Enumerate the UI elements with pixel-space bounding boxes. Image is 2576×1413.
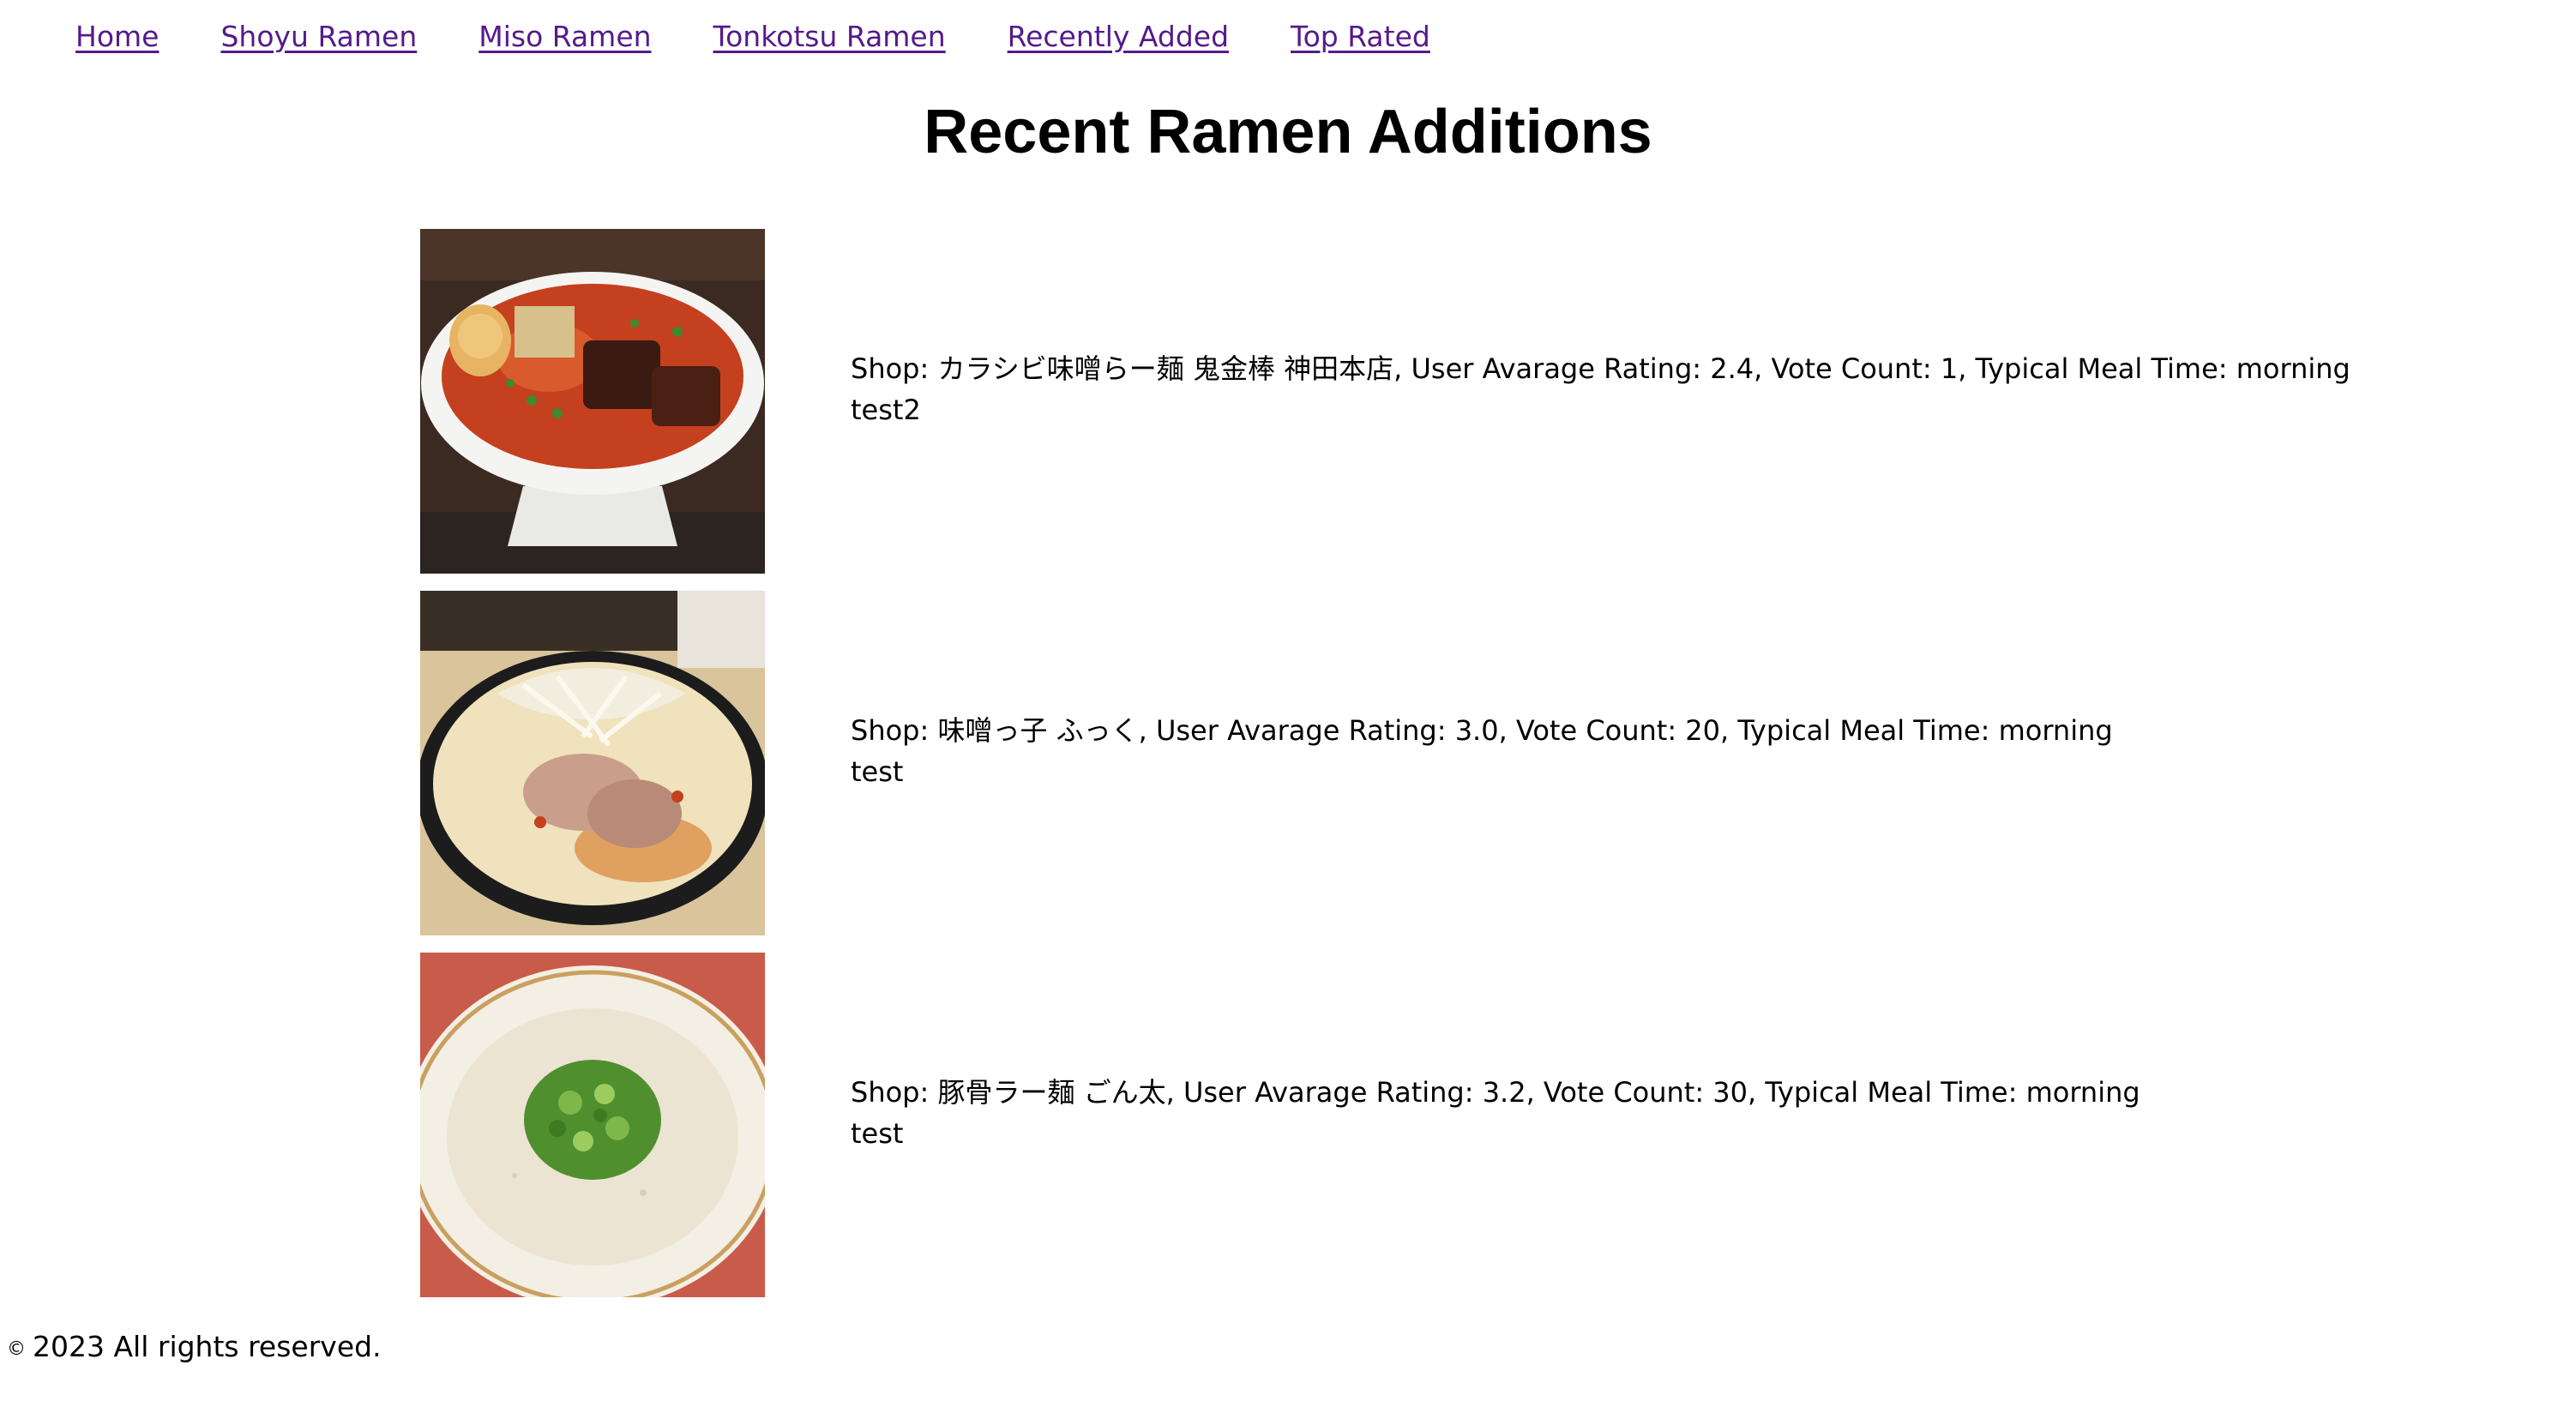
ramen-summary: Shop: カラシビ味噌らー麺 鬼金棒 神田本店, User Avarage R… (851, 352, 2350, 385)
ramen-description: Shop: 豚骨ラー麺 ごん太, User Avarage Rating: 3.… (851, 1072, 2377, 1154)
nav-link-tonkotsu-ramen[interactable]: Tonkotsu Ramen (713, 20, 946, 53)
ramen-comment: test2 (851, 394, 921, 426)
nav-link-recently-added[interactable]: Recently Added (1008, 20, 1229, 53)
ramen-summary: Shop: 味噌っ子 ふっく, User Avarage Rating: 3.0… (851, 714, 2113, 747)
ramen-photo (420, 591, 765, 935)
ramen-photo (420, 229, 765, 574)
ramen-comment: test (851, 755, 904, 788)
footer: © 2023 All rights reserved. (7, 1326, 382, 1370)
ramen-list-item: Shop: カラシビ味噌らー麺 鬼金棒 神田本店, User Avarage R… (420, 229, 2392, 574)
ramen-list-item: Shop: 味噌っ子 ふっく, User Avarage Rating: 3.0… (420, 591, 2392, 935)
ramen-summary: Shop: 豚骨ラー麺 ごん太, User Avarage Rating: 3.… (851, 1076, 2140, 1109)
ramen-list-item: Shop: 豚骨ラー麺 ごん太, User Avarage Rating: 3.… (420, 953, 2392, 1297)
page-title: Recent Ramen Additions (924, 98, 1652, 166)
nav-link-shoyu-ramen[interactable]: Shoyu Ramen (220, 20, 417, 53)
ramen-description: Shop: カラシビ味噌らー麺 鬼金棒 神田本店, User Avarage R… (851, 348, 2377, 430)
copyright-icon: © (7, 1338, 26, 1360)
footer-text: 2023 All rights reserved. (33, 1330, 382, 1363)
ramen-photo (420, 953, 765, 1297)
ramen-comment: test (851, 1117, 904, 1150)
nav-link-miso-ramen[interactable]: Miso Ramen (478, 20, 651, 53)
ramen-description: Shop: 味噌っ子 ふっく, User Avarage Rating: 3.0… (851, 710, 2377, 792)
nav-link-home[interactable]: Home (75, 20, 159, 53)
top-nav: Home Shoyu Ramen Miso Ramen Tonkotsu Ram… (75, 15, 1430, 57)
nav-link-top-rated[interactable]: Top Rated (1291, 20, 1430, 53)
